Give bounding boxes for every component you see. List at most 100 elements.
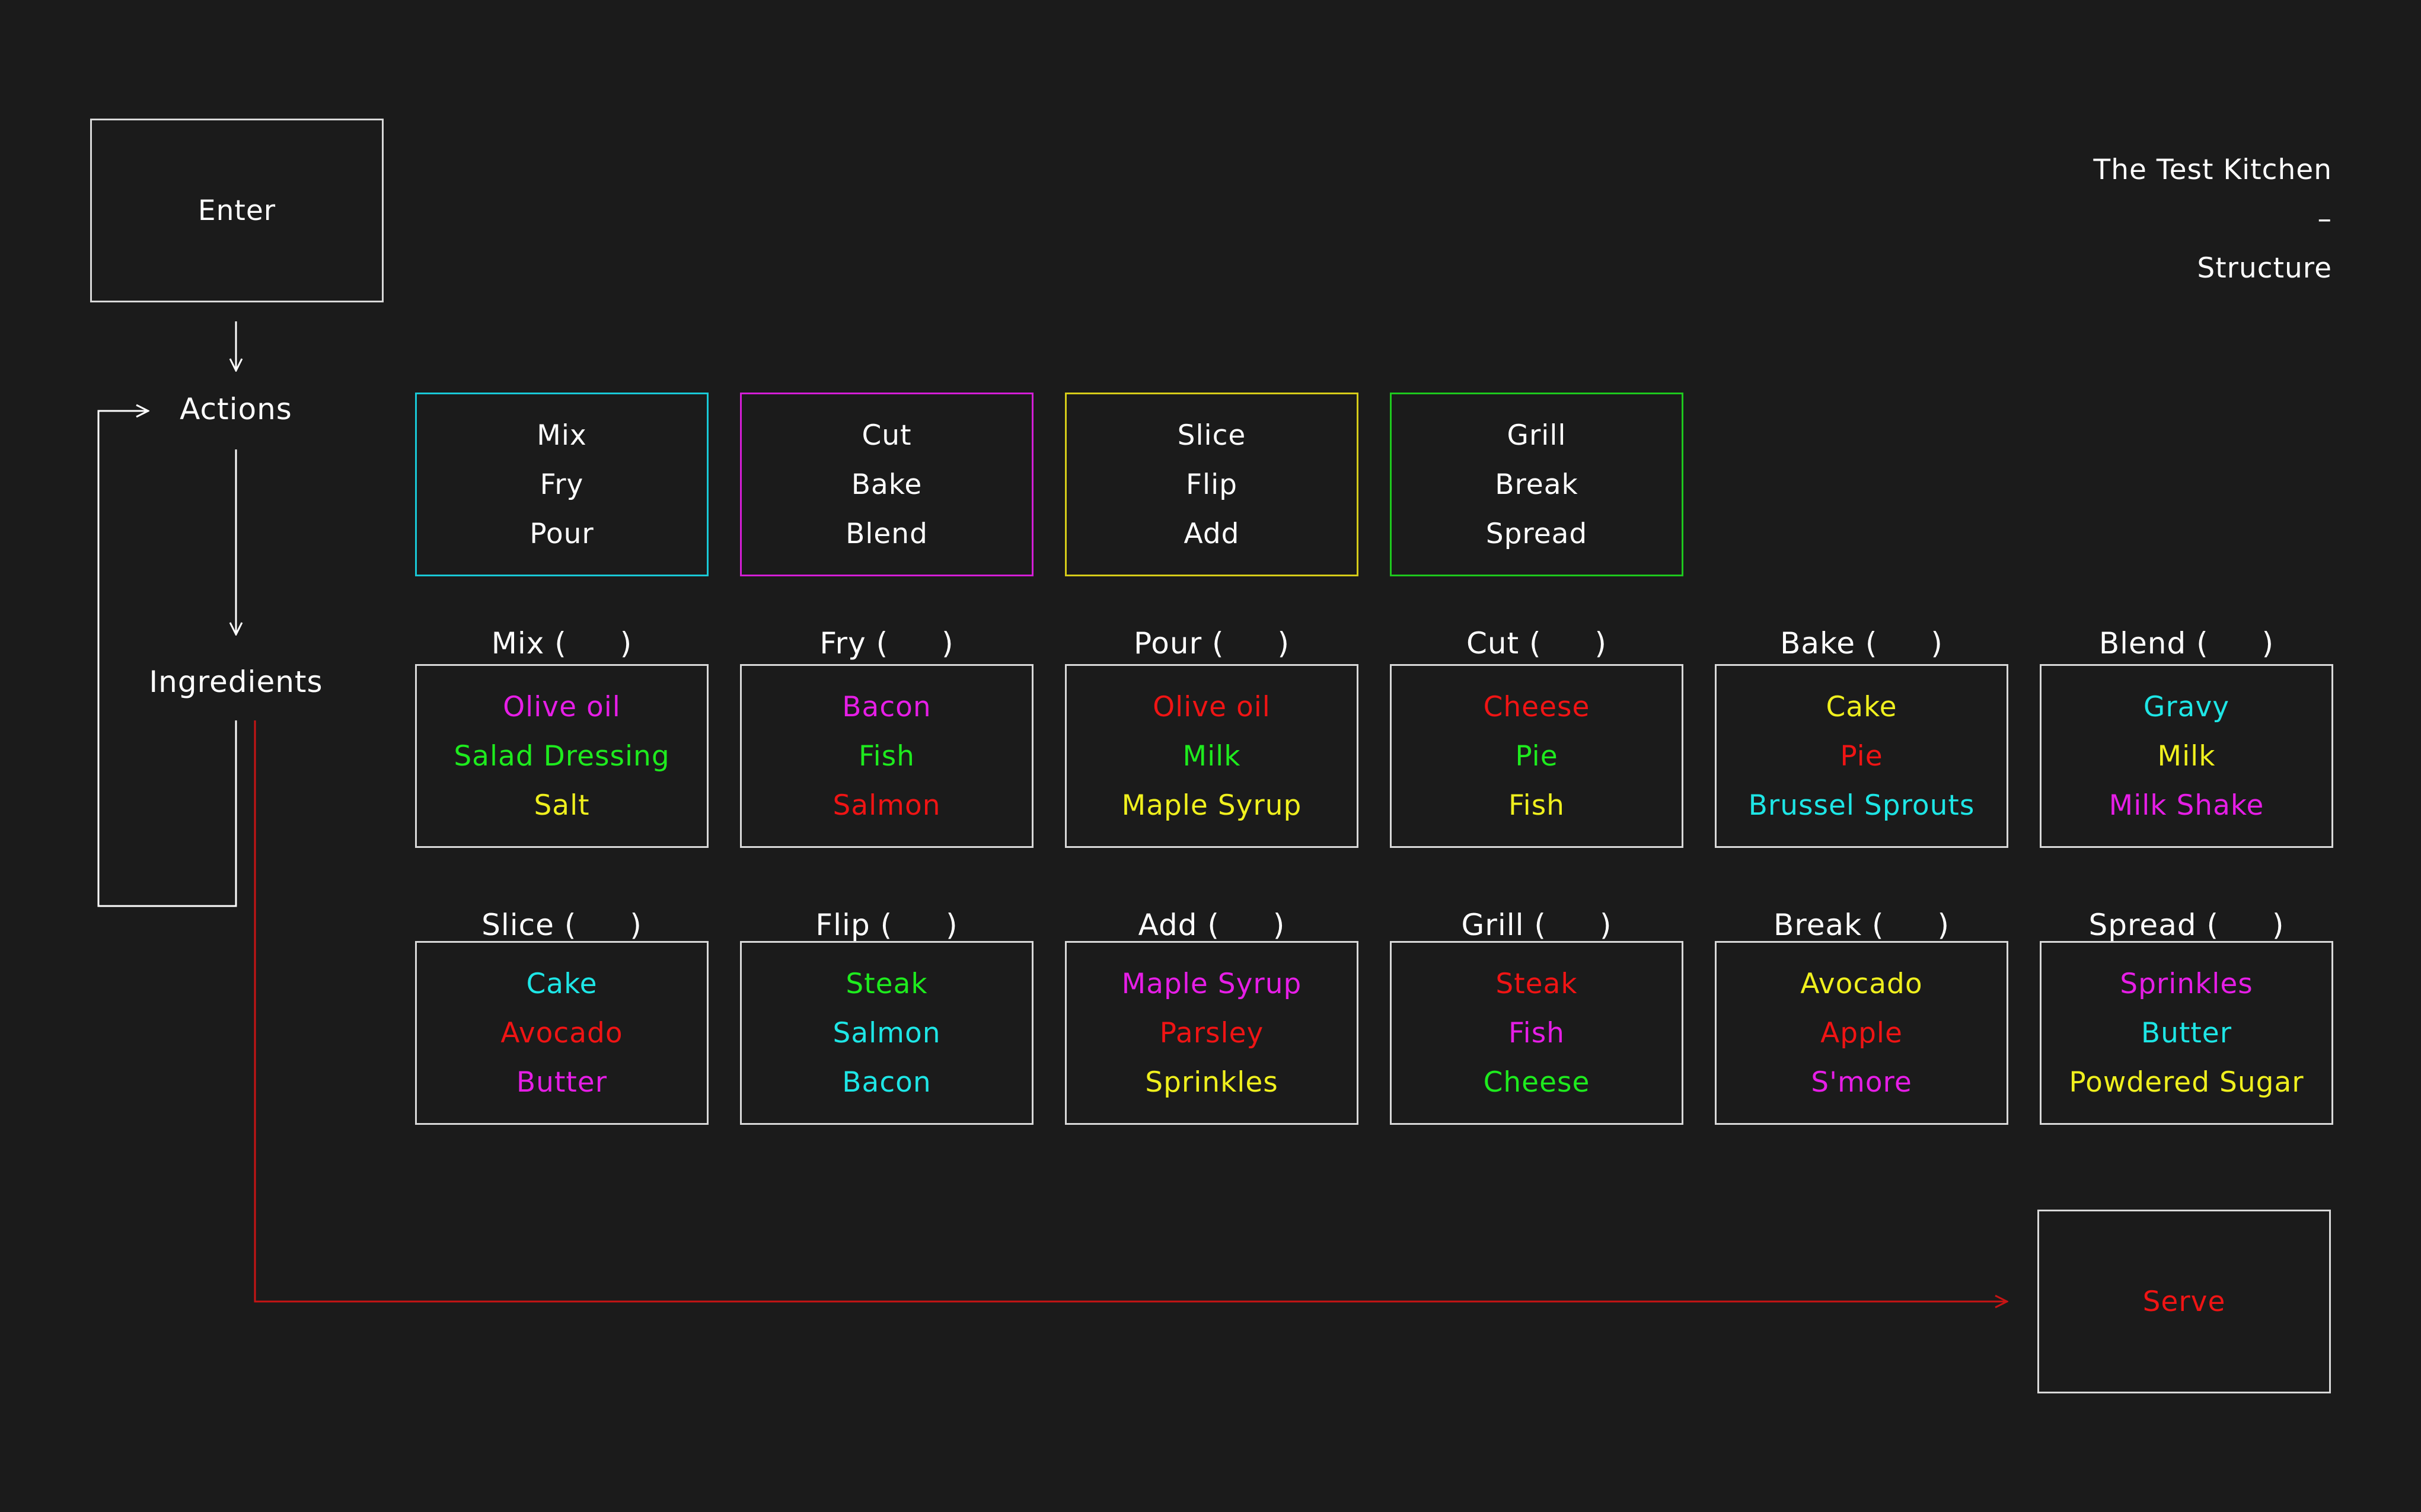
close-paren: )	[946, 908, 958, 942]
diagram-title: The Test Kitchen – Structure	[2094, 145, 2333, 293]
ingredient-item: Salmon	[832, 1016, 941, 1050]
action-name: Blend (	[2098, 626, 2209, 661]
ingredient-item: Brussel Sprouts	[1748, 789, 1975, 822]
ingredient-item: Milk Shake	[2109, 789, 2264, 822]
ingredient-item: Cake	[1826, 690, 1897, 723]
ingredient-box-title: Grill ()	[1462, 907, 1612, 943]
ingredient-box-title: Slice ()	[481, 907, 642, 943]
ingredient-box: Gravy Milk Milk Shake	[2040, 664, 2333, 848]
action-item: Flip	[1186, 468, 1237, 501]
close-paren: )	[620, 626, 633, 661]
close-paren: )	[1931, 626, 1943, 661]
action-name: Pour (	[1133, 626, 1224, 661]
ingredient-item: Cheese	[1483, 690, 1590, 723]
ingredient-box-title: Pour ()	[1134, 626, 1290, 661]
action-item: Cut	[862, 419, 912, 452]
ingredient-item: Sprinkles	[2120, 967, 2253, 1000]
action-name: Cut (	[1466, 626, 1542, 661]
close-paren: )	[1594, 626, 1607, 661]
action-item: Blend	[846, 517, 928, 550]
ingredient-item: Olive oil	[1153, 690, 1271, 723]
title-line-1: The Test Kitchen	[2093, 154, 2332, 186]
actions-label: Actions	[180, 392, 292, 426]
action-group-box: Grill Break Spread	[1390, 393, 1683, 576]
ingredient-item: Salt	[534, 789, 590, 822]
close-paren: )	[2261, 626, 2275, 661]
ingredient-item: Fish	[859, 739, 915, 773]
ingredient-item: Maple Syrup	[1121, 967, 1302, 1000]
loop-back-arrow	[97, 411, 237, 907]
enter-label: Enter	[197, 194, 276, 227]
ingredient-item: Apple	[1820, 1016, 1903, 1050]
serve-node: Serve	[2037, 1210, 2331, 1393]
ingredient-item: Parsley	[1159, 1016, 1264, 1050]
close-paren: )	[942, 626, 954, 661]
close-paren: )	[1937, 908, 1950, 942]
ingredient-item: Fish	[1508, 1016, 1565, 1050]
action-item: Mix	[537, 419, 587, 452]
ingredient-item: Butter	[2141, 1016, 2232, 1050]
ingredient-box: Olive oil Milk Maple Syrup	[1065, 664, 1358, 848]
ingredient-box: Sprinkles Butter Powdered Sugar	[2040, 941, 2333, 1125]
ingredient-box: Maple Syrup Parsley Sprinkles	[1065, 941, 1358, 1125]
ingredient-item: Salmon	[832, 789, 941, 822]
ingredient-box-title: Bake ()	[1780, 626, 1943, 661]
action-name: Mix (	[491, 626, 567, 661]
ingredient-item: Olive oil	[503, 690, 621, 723]
ingredient-item: Steak	[846, 967, 928, 1000]
action-group-box: Slice Flip Add	[1065, 393, 1358, 576]
action-item: Grill	[1507, 419, 1567, 452]
ingredient-box: Cheese Pie Fish	[1390, 664, 1683, 848]
action-item: Add	[1184, 517, 1240, 550]
ingredient-item: Pie	[1515, 739, 1558, 773]
ingredient-box: Steak Fish Cheese	[1390, 941, 1683, 1125]
ingredient-box: Steak Salmon Bacon	[740, 941, 1034, 1125]
action-name: Bake (	[1780, 626, 1878, 661]
ingredient-box: Cake Pie Brussel Sprouts	[1715, 664, 2008, 848]
close-paren: )	[2272, 908, 2285, 942]
ingredient-box: Bacon Fish Salmon	[740, 664, 1034, 848]
ingredient-box-title: Mix ()	[492, 626, 633, 661]
ingredient-item: Milk	[1182, 739, 1241, 773]
ingredient-item: Milk	[2157, 739, 2216, 773]
ingredient-box-title: Spread ()	[2089, 907, 2285, 943]
ingredient-box-title: Fry ()	[819, 626, 953, 661]
ingredient-item: S'more	[1811, 1066, 1912, 1099]
action-item: Fry	[540, 468, 584, 501]
ingredient-box-title: Flip ()	[815, 907, 958, 943]
ingredient-item: Avocado	[1800, 967, 1923, 1000]
ingredient-box-title: Add ()	[1138, 907, 1286, 943]
ingredient-box-title: Blend ()	[2099, 626, 2274, 661]
close-paren: )	[1277, 626, 1290, 661]
action-name: Fry (	[819, 626, 889, 661]
ingredient-item: Bacon	[842, 1066, 932, 1099]
ingredient-box-title: Cut ()	[1466, 626, 1607, 661]
action-group-box: Cut Bake Blend	[740, 393, 1034, 576]
action-name: Grill (	[1461, 908, 1546, 942]
ingredient-item: Cake	[526, 967, 598, 1000]
close-paren: )	[1599, 908, 1612, 942]
action-name: Break (	[1773, 908, 1884, 942]
action-item: Bake	[851, 468, 923, 501]
action-group-box: Mix Fry Pour	[415, 393, 709, 576]
action-name: Add (	[1138, 908, 1220, 942]
ingredient-item: Bacon	[842, 690, 932, 723]
action-item: Slice	[1177, 419, 1246, 452]
enter-node: Enter	[90, 119, 384, 302]
ingredient-box: Olive oil Salad Dressing Salt	[415, 664, 709, 848]
ingredient-item: Avocado	[500, 1016, 623, 1050]
ingredient-item: Maple Syrup	[1121, 789, 1302, 822]
ingredient-item: Salad Dressing	[454, 739, 670, 773]
action-item: Break	[1495, 468, 1578, 501]
ingredient-item: Butter	[516, 1066, 608, 1099]
title-line-3: Structure	[2197, 252, 2332, 285]
action-item: Spread	[1485, 517, 1588, 550]
action-name: Slice (	[481, 908, 577, 942]
title-line-2: –	[2317, 203, 2332, 235]
ingredient-item: Gravy	[2143, 690, 2230, 723]
close-paren: )	[1272, 908, 1286, 942]
action-name: Spread (	[2088, 908, 2219, 942]
action-item: Pour	[530, 517, 594, 550]
serve-label: Serve	[2142, 1285, 2226, 1318]
ingredient-item: Sprinkles	[1145, 1066, 1278, 1099]
